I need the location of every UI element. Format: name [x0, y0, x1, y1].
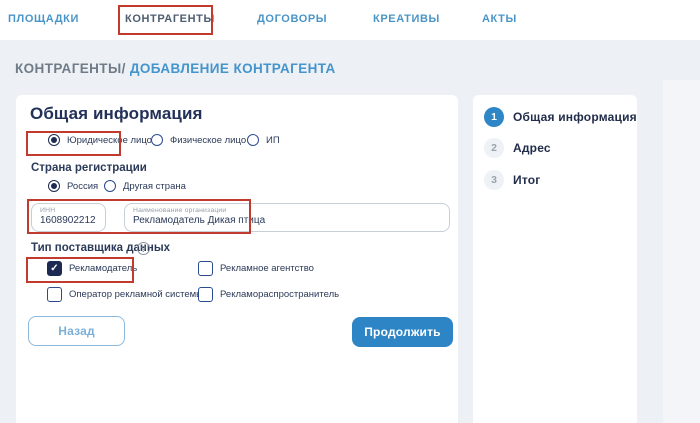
step-label: Итог	[513, 173, 541, 187]
radio-label: Россия	[67, 180, 99, 192]
nav-item-creatives[interactable]: КРЕАТИВЫ	[373, 13, 440, 25]
help-question-icon[interactable]: ?	[137, 242, 150, 255]
continue-button[interactable]: Продолжить	[352, 317, 453, 347]
top-nav: ПЛОЩАДКИ КОНТРАГЕНТЫ ДОГОВОРЫ КРЕАТИВЫ А…	[0, 0, 700, 40]
org-name-field[interactable]: Наименование организации Рекламодатель Д…	[124, 203, 450, 232]
radio-label: ИП	[266, 134, 280, 146]
checkbox-label: Оператор рекламной системы	[69, 289, 203, 300]
checkbox-unchecked-icon	[198, 287, 213, 302]
step-summary[interactable]: 3 Итог	[484, 170, 540, 190]
inn-field-label: ИНН	[40, 207, 56, 214]
checkbox-label: Рекламное агентство	[220, 263, 314, 274]
radio-ip[interactable]: ИП	[247, 134, 280, 146]
right-strip	[663, 80, 700, 423]
step-general-info[interactable]: 1 Общая информация	[484, 107, 637, 127]
org-name-field-value: Рекламодатель Дикая птица	[133, 215, 266, 226]
step-number-badge: 2	[484, 138, 504, 158]
step-label: Общая информация	[513, 110, 637, 124]
nav-item-platforms[interactable]: ПЛОЩАДКИ	[8, 13, 79, 25]
nav-item-contractors[interactable]: КОНТРАГЕНТЫ	[125, 13, 215, 25]
form-card: Общая информация Юридическое лицо Физиче…	[16, 95, 458, 423]
radio-off-icon	[247, 134, 259, 146]
inn-field-value: 1608902212	[40, 215, 96, 226]
radio-label: Юридическое лицо	[67, 134, 152, 146]
checkbox-label: Рекламораспространитель	[220, 289, 340, 300]
checkbox-unchecked-icon	[47, 287, 62, 302]
form-title: Общая информация	[30, 104, 203, 123]
check-icon: ✓	[50, 262, 59, 274]
checkbox-unchecked-icon	[198, 261, 213, 276]
checkbox-advertiser[interactable]: ✓ Рекламодатель	[47, 261, 137, 276]
nav-item-contracts[interactable]: ДОГОВОРЫ	[257, 13, 327, 25]
checkbox-label: Рекламодатель	[69, 263, 138, 274]
radio-individual[interactable]: Физическое лицо	[151, 134, 246, 146]
radio-on-icon	[48, 134, 60, 146]
radio-off-icon	[104, 180, 116, 192]
org-name-field-label: Наименование организации	[133, 207, 227, 214]
radio-on-icon	[48, 180, 60, 192]
checkbox-ad-system-operator[interactable]: Оператор рекламной системы	[47, 287, 203, 302]
steps-sidebar: 1 Общая информация 2 Адрес 3 Итог	[473, 95, 637, 423]
breadcrumb: КОНТРАГЕНТЫ/ ДОБАВЛЕНИЕ КОНТРАГЕНТА	[15, 61, 336, 76]
breadcrumb-parent[interactable]: КОНТРАГЕНТЫ/	[15, 61, 126, 76]
radio-russia[interactable]: Россия	[48, 180, 98, 192]
radio-label: Физическое лицо	[170, 134, 247, 146]
breadcrumb-current: ДОБАВЛЕНИЕ КОНТРАГЕНТА	[129, 61, 336, 76]
checkbox-ad-agency[interactable]: Рекламное агентство	[198, 261, 314, 276]
step-number-badge: 1	[484, 107, 504, 127]
back-button[interactable]: Назад	[28, 316, 125, 346]
radio-label: Другая страна	[123, 180, 186, 192]
checkbox-checked-icon: ✓	[47, 261, 62, 276]
step-label: Адрес	[513, 141, 551, 155]
radio-off-icon	[151, 134, 163, 146]
checkbox-ad-distributor[interactable]: Рекламораспространитель	[198, 287, 339, 302]
radio-legal-entity[interactable]: Юридическое лицо	[48, 134, 152, 146]
step-number-badge: 3	[484, 170, 504, 190]
nav-item-acts[interactable]: АКТЫ	[482, 13, 517, 25]
page: ПЛОЩАДКИ КОНТРАГЕНТЫ ДОГОВОРЫ КРЕАТИВЫ А…	[0, 0, 700, 423]
inn-field[interactable]: ИНН 1608902212	[31, 203, 106, 232]
country-section-label: Страна регистрации	[31, 162, 147, 174]
radio-other-country[interactable]: Другая страна	[104, 180, 186, 192]
step-address[interactable]: 2 Адрес	[484, 138, 551, 158]
